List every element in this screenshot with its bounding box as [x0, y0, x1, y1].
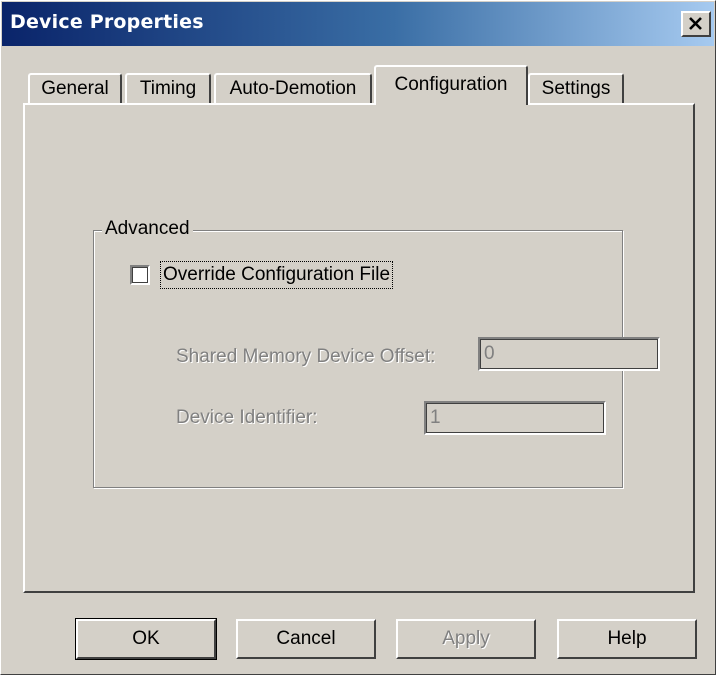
title-bar[interactable]: Device Properties	[2, 2, 714, 46]
tab-auto-demotion[interactable]: Auto-Demotion	[214, 73, 372, 103]
override-configuration-checkbox[interactable]	[130, 265, 150, 285]
apply-button[interactable]: Apply	[396, 619, 536, 659]
close-button[interactable]	[681, 11, 711, 37]
window-title: Device Properties	[10, 11, 204, 33]
tab-timing-label: Timing	[139, 78, 197, 99]
tab-general-label: General	[41, 78, 109, 99]
device-identifier-label: Device Identifier:	[176, 407, 318, 428]
configuration-tab-panel: Advanced Override Configuration File Sha…	[23, 103, 695, 593]
tab-settings[interactable]: Settings	[528, 73, 624, 103]
device-identifier-input[interactable]	[424, 401, 606, 435]
shared-memory-offset-label: Shared Memory Device Offset:	[176, 346, 436, 367]
help-button[interactable]: Help	[557, 619, 697, 659]
tab-auto-demotion-label: Auto-Demotion	[229, 78, 357, 99]
ok-button[interactable]: OK	[75, 618, 217, 660]
advanced-groupbox: Advanced Override Configuration File Sha…	[93, 217, 660, 488]
device-properties-dialog: Device Properties General Timing Auto-De…	[0, 0, 716, 675]
tab-configuration-label: Configuration	[394, 74, 508, 95]
shared-memory-offset-input[interactable]	[478, 337, 660, 371]
cancel-button[interactable]: Cancel	[236, 619, 376, 659]
tab-timing[interactable]: Timing	[125, 73, 211, 103]
override-configuration-label[interactable]: Override Configuration File	[160, 261, 394, 289]
close-icon	[689, 17, 702, 30]
advanced-group-title: Advanced	[102, 217, 193, 241]
tab-settings-label: Settings	[541, 78, 611, 99]
tab-general[interactable]: General	[28, 73, 122, 103]
tab-configuration[interactable]: Configuration	[374, 65, 528, 105]
